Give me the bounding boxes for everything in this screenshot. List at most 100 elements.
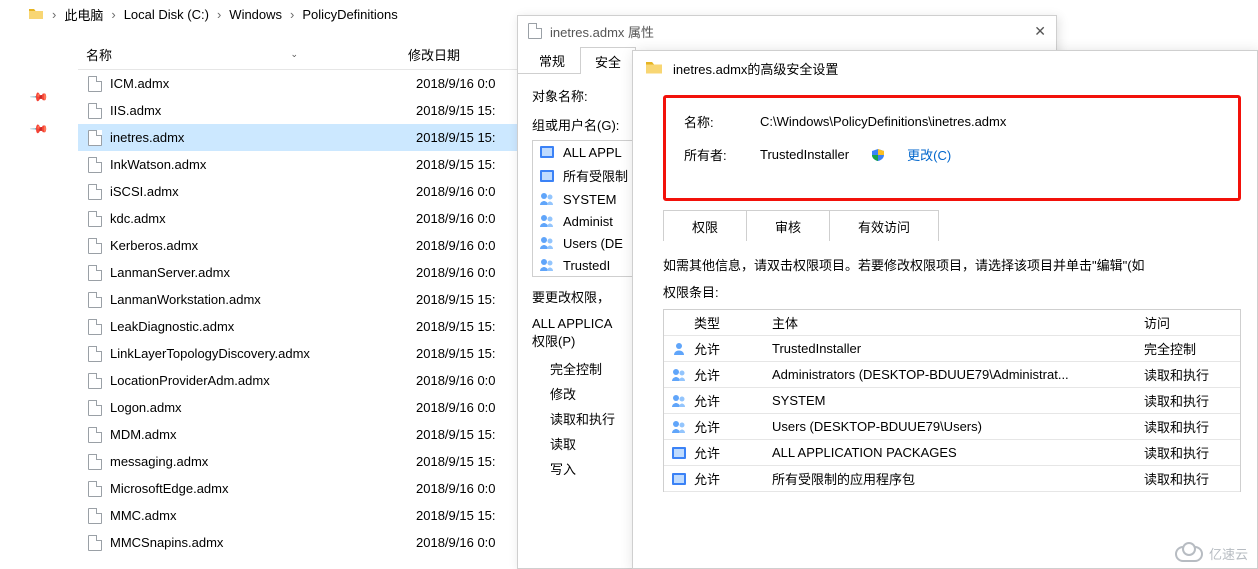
tab-permissions[interactable]: 权限 xyxy=(663,210,747,241)
file-name: LocationProviderAdm.admx xyxy=(110,373,270,388)
permission-entries-grid[interactable]: 类型 主体 访问 允许TrustedInstaller完全控制允许Adminis… xyxy=(663,309,1241,492)
document-icon xyxy=(88,238,102,254)
file-name: LeakDiagnostic.admx xyxy=(110,319,234,334)
file-name: iSCSI.admx xyxy=(110,184,179,199)
quick-access-pins: 📌 📌 xyxy=(0,40,78,569)
entry-type: 允许 xyxy=(694,417,772,436)
advanced-title-text: inetres.admx的高级安全设置 xyxy=(673,59,838,78)
entry-principal: Administrators (DESKTOP-BDUUE79\Administ… xyxy=(772,367,1144,382)
owner-label: 所有者: xyxy=(684,145,738,164)
breadcrumb-segment[interactable]: 此电脑 xyxy=(64,5,103,24)
cloud-icon xyxy=(1175,546,1203,562)
document-icon xyxy=(88,535,102,551)
entry-principal: SYSTEM xyxy=(772,393,1144,408)
document-icon xyxy=(88,103,102,119)
permission-entry-row[interactable]: 允许ALL APPLICATION PACKAGES读取和执行 xyxy=(664,440,1240,466)
breadcrumb-segment[interactable]: Local Disk (C:) xyxy=(124,7,209,22)
tab-general[interactable]: 常规 xyxy=(524,46,580,73)
owner-highlight-box: 名称: C:\Windows\PolicyDefinitions\inetres… xyxy=(663,95,1241,201)
advanced-security-dialog[interactable]: inetres.admx的高级安全设置 名称: C:\Windows\Polic… xyxy=(632,50,1258,569)
group-users-icon xyxy=(539,235,555,251)
group-name: SYSTEM xyxy=(563,192,616,207)
document-icon xyxy=(88,319,102,335)
principal-icon xyxy=(664,471,694,487)
group-name: TrustedI xyxy=(563,258,610,273)
group-packages-icon xyxy=(539,168,555,184)
shield-icon xyxy=(871,148,885,162)
document-icon xyxy=(88,292,102,308)
group-users-icon xyxy=(539,257,555,273)
entries-label: 权限条目: xyxy=(663,282,1241,301)
tab-audit[interactable]: 审核 xyxy=(747,210,830,241)
file-name: Logon.admx xyxy=(110,400,182,415)
col-principal[interactable]: 主体 xyxy=(772,313,1144,332)
breadcrumb-segment[interactable]: PolicyDefinitions xyxy=(302,7,397,22)
document-icon xyxy=(88,373,102,389)
col-name-header[interactable]: 名称 xyxy=(86,45,112,64)
name-label: 名称: xyxy=(684,112,738,131)
file-name: MDM.admx xyxy=(110,427,176,442)
tab-security[interactable]: 安全 xyxy=(580,47,636,74)
entry-principal: Users (DESKTOP-BDUUE79\Users) xyxy=(772,419,1144,434)
col-type[interactable]: 类型 xyxy=(694,313,772,332)
perm-for-suffix: 权限(P) xyxy=(532,334,575,349)
pin-icon[interactable]: 📌 xyxy=(29,87,49,107)
chevron-right-icon: › xyxy=(215,7,223,22)
file-name: LinkLayerTopologyDiscovery.admx xyxy=(110,346,310,361)
file-name: InkWatson.admx xyxy=(110,157,206,172)
permission-entry-row[interactable]: 允许所有受限制的应用程序包读取和执行 xyxy=(664,466,1240,492)
advanced-titlebar[interactable]: inetres.admx的高级安全设置 xyxy=(633,51,1257,85)
breadcrumb-segment[interactable]: Windows xyxy=(229,7,282,22)
properties-title-text: inetres.admx 属性 xyxy=(550,22,654,41)
folder-icon xyxy=(28,6,44,22)
entry-access: 读取和执行 xyxy=(1144,443,1240,462)
grid-header-row[interactable]: 类型 主体 访问 xyxy=(664,310,1240,336)
document-icon xyxy=(88,157,102,173)
sort-caret-icon: ⌄ xyxy=(290,49,298,60)
file-name: Kerberos.admx xyxy=(110,238,198,253)
group-users-icon xyxy=(539,191,555,207)
entry-access: 读取和执行 xyxy=(1144,365,1240,384)
file-name: LanmanWorkstation.admx xyxy=(110,292,261,307)
permission-entry-row[interactable]: 允许SYSTEM读取和执行 xyxy=(664,388,1240,414)
entry-type: 允许 xyxy=(694,365,772,384)
file-name: LanmanServer.admx xyxy=(110,265,230,280)
file-name: IIS.admx xyxy=(110,103,161,118)
col-access[interactable]: 访问 xyxy=(1144,313,1240,332)
advanced-tabs: 权限 审核 有效访问 xyxy=(663,210,1241,241)
file-name: MMCSnapins.admx xyxy=(110,535,223,550)
close-icon[interactable]: ✕ xyxy=(1034,23,1046,40)
entry-type: 允许 xyxy=(694,469,772,488)
principal-icon xyxy=(664,367,694,383)
file-name: messaging.admx xyxy=(110,454,208,469)
owner-value: TrustedInstaller xyxy=(760,147,849,162)
name-value: C:\Windows\PolicyDefinitions\inetres.adm… xyxy=(760,114,1006,129)
file-name: MMC.admx xyxy=(110,508,176,523)
tab-effective-access[interactable]: 有效访问 xyxy=(830,210,939,241)
principal-icon xyxy=(664,341,694,357)
change-owner-link[interactable]: 更改(C) xyxy=(907,145,951,164)
permission-entry-row[interactable]: 允许Users (DESKTOP-BDUUE79\Users)读取和执行 xyxy=(664,414,1240,440)
permission-entry-row[interactable]: 允许TrustedInstaller完全控制 xyxy=(664,336,1240,362)
document-icon xyxy=(88,481,102,497)
group-name: Administ xyxy=(563,214,613,229)
document-icon xyxy=(528,23,542,39)
file-name: MicrosoftEdge.admx xyxy=(110,481,229,496)
group-packages-icon xyxy=(539,144,555,160)
chevron-right-icon: › xyxy=(50,7,58,22)
document-icon xyxy=(88,184,102,200)
principal-icon xyxy=(664,393,694,409)
document-icon xyxy=(88,400,102,416)
group-users-icon xyxy=(539,213,555,229)
document-icon xyxy=(88,211,102,227)
chevron-right-icon: › xyxy=(109,7,117,22)
group-name: 所有受限制 xyxy=(563,166,628,185)
file-name: inetres.admx xyxy=(110,130,184,145)
group-name: Users (DE xyxy=(563,236,623,251)
permission-entry-row[interactable]: 允许Administrators (DESKTOP-BDUUE79\Admini… xyxy=(664,362,1240,388)
properties-titlebar[interactable]: inetres.admx 属性 ✕ xyxy=(518,16,1056,46)
chevron-right-icon: › xyxy=(288,7,296,22)
entry-access: 完全控制 xyxy=(1144,339,1240,358)
document-icon xyxy=(88,346,102,362)
pin-icon[interactable]: 📌 xyxy=(29,119,49,139)
